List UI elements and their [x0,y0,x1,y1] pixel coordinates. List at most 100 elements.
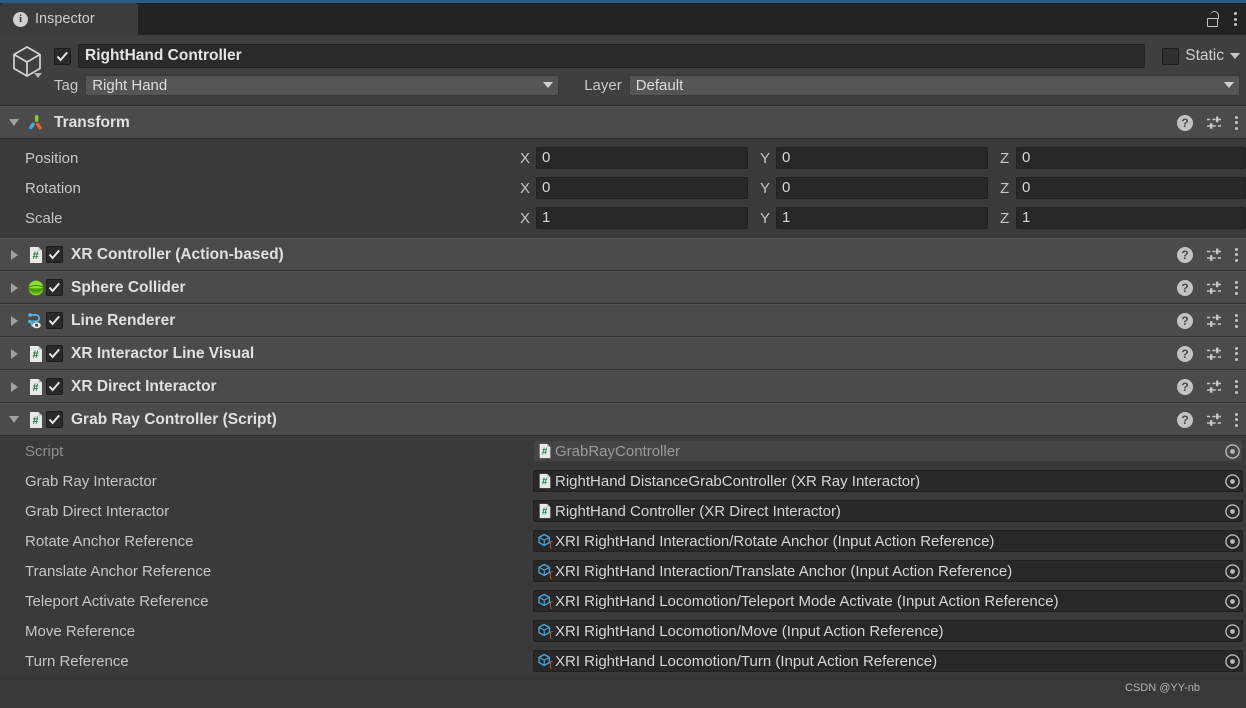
axis-label-z: Z [1000,209,1010,227]
help-icon[interactable]: ? [1177,378,1193,395]
svg-text:(): () [549,630,553,639]
component-title: Line Renderer [71,311,176,329]
preset-icon[interactable] [1206,280,1222,296]
object-picker-icon[interactable] [1224,563,1241,580]
cs-script-icon: # [26,345,46,363]
property-row: Translate Anchor Reference ()XRI RightHan… [0,556,1246,586]
object-reference-field[interactable]: # RightHand DistanceGrabController (XR Ra… [533,470,1243,492]
object-picker-icon[interactable] [1224,533,1241,550]
preset-icon[interactable] [1206,379,1222,395]
property-label: Turn Reference [25,652,129,670]
component-foldout-toggle[interactable] [7,348,21,359]
gameobject-enabled-checkbox[interactable] [54,47,71,65]
preset-icon[interactable] [1206,346,1222,362]
help-icon[interactable]: ? [1177,279,1193,296]
icon-dropdown-caret[interactable] [34,73,42,78]
object-reference-field[interactable]: ()XRI RightHand Interaction/Rotate Ancho… [533,530,1243,552]
object-reference-value: XRI RightHand Interaction/Rotate Anchor … [555,532,995,550]
object-picker-icon[interactable] [1224,443,1241,460]
scale-z-input[interactable]: 1 [1016,207,1246,229]
position-y-input[interactable]: 0 [776,147,988,169]
kebab-menu-icon[interactable] [1235,115,1238,130]
kebab-menu-icon[interactable] [1235,247,1238,262]
transform-foldout-toggle[interactable] [7,119,21,126]
scale-y-input[interactable]: 1 [776,207,988,229]
preset-icon[interactable] [1206,247,1222,263]
object-reference-value: XRI RightHand Locomotion/Move (Input Act… [555,622,944,640]
axis-label-y: Y [760,209,771,227]
static-checkbox[interactable] [1162,47,1180,65]
object-reference-field[interactable]: ()XRI RightHand Locomotion/Turn (Input A… [533,650,1243,672]
component-tools: ? [1177,371,1238,402]
component-title: Grab Ray Controller (Script) [71,410,277,428]
component-tools: ? [1177,272,1238,303]
gameobject-name-input[interactable]: RightHand Controller [78,44,1146,68]
info-icon: i [13,11,28,27]
kebab-menu-icon[interactable] [1235,346,1238,361]
kebab-menu-icon[interactable] [1235,412,1238,427]
object-reference-value: XRI RightHand Locomotion/Teleport Mode A… [555,592,1059,610]
position-z-input[interactable]: 0 [1016,147,1246,169]
cs-script-icon: # [26,411,46,429]
help-icon[interactable]: ? [1177,246,1193,263]
component-enabled-checkbox[interactable] [46,345,63,362]
inspector-menu-button[interactable] [1234,12,1237,26]
object-picker-icon[interactable] [1224,473,1241,490]
component-foldout-toggle[interactable] [7,416,21,423]
help-icon[interactable]: ? [1177,345,1193,362]
component-foldout-toggle[interactable] [7,381,21,392]
component-foldout-toggle[interactable] [7,315,21,326]
object-picker-icon[interactable] [1224,623,1241,640]
help-icon[interactable]: ? [1177,312,1193,329]
rotation-x-input[interactable]: 0 [536,177,748,199]
preset-icon[interactable] [1206,412,1222,428]
component-enabled-checkbox[interactable] [46,411,63,428]
object-picker-icon[interactable] [1224,503,1241,520]
position-x-input[interactable]: 0 [536,147,748,169]
tab-inspector[interactable]: i Inspector [0,3,138,35]
gameobject-header: RightHand Controller Static Tag Right Ha… [0,35,1246,106]
component-header-4[interactable]: # XR Interactor Line Visual ? [0,337,1246,370]
object-reference-field[interactable]: # RightHand Controller (XR Direct Interac… [533,500,1243,522]
component-header-5[interactable]: # XR Direct Interactor ? [0,370,1246,403]
component-header-transform[interactable]: Transform ? [0,106,1246,139]
scale-x-input[interactable]: 1 [536,207,748,229]
lock-button[interactable] [1206,11,1220,27]
tag-dropdown[interactable]: Right Hand [85,74,560,96]
input-action-icon: () [537,563,553,579]
gameobject-icon-wrap[interactable] [0,35,54,105]
component-enabled-checkbox[interactable] [46,279,63,296]
kebab-menu-icon[interactable] [1235,379,1238,394]
static-dropdown-caret[interactable] [1230,53,1240,59]
component-enabled-checkbox[interactable] [46,312,63,329]
preset-icon[interactable] [1206,313,1222,329]
layer-dropdown[interactable]: Default [628,74,1240,96]
component-header-1[interactable]: # XR Controller (Action-based) ? [0,238,1246,271]
component-foldout-toggle[interactable] [7,282,21,293]
rotation-y-input[interactable]: 0 [776,177,988,199]
object-reference-field[interactable]: # GrabRayController [533,440,1243,462]
object-reference-field[interactable]: ()XRI RightHand Interaction/Translate An… [533,560,1243,582]
rotation-z-input[interactable]: 0 [1016,177,1246,199]
object-reference-field[interactable]: ()XRI RightHand Locomotion/Teleport Mode… [533,590,1243,612]
kebab-menu-icon[interactable] [1235,280,1238,295]
kebab-menu-icon[interactable] [1235,313,1238,328]
component-enabled-checkbox[interactable] [46,246,63,263]
component-enabled-checkbox[interactable] [46,378,63,395]
component-foldout-toggle[interactable] [7,249,21,260]
component-header-2[interactable]: Sphere Collider ? [0,271,1246,304]
help-icon[interactable]: ? [1177,411,1193,428]
property-row: Rotate Anchor Reference ()XRI RightHand I… [0,526,1246,556]
property-row: Turn Reference ()XRI RightHand Locomotion… [0,646,1246,676]
axis-label-x: X [520,209,531,227]
object-reference-field[interactable]: ()XRI RightHand Locomotion/Move (Input A… [533,620,1243,642]
object-picker-icon[interactable] [1224,653,1241,670]
preset-icon[interactable] [1206,115,1222,131]
component-header-3[interactable]: Line Renderer ? [0,304,1246,337]
object-reference-value: GrabRayController [555,442,681,460]
component-header-6[interactable]: # Grab Ray Controller (Script) ? [0,403,1246,436]
help-icon[interactable]: ? [1177,114,1193,131]
property-label: Rotate Anchor Reference [25,532,194,550]
object-picker-icon[interactable] [1224,593,1241,610]
axis-label-y: Y [760,179,771,197]
